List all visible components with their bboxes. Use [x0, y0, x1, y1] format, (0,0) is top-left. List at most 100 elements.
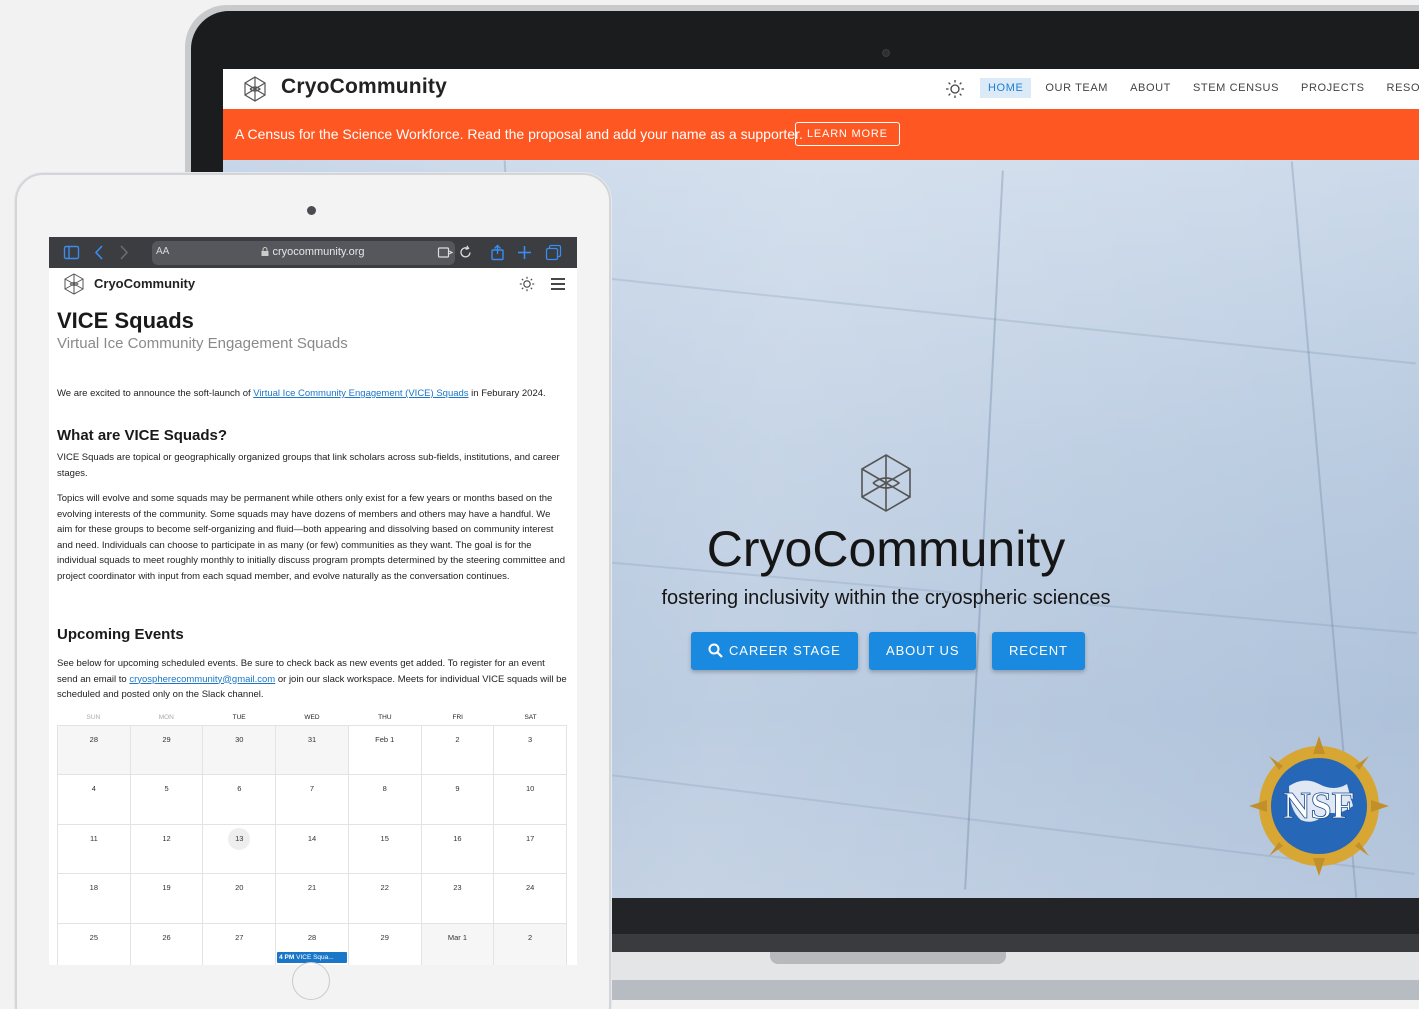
calendar-day-number: 24 [525, 883, 535, 893]
calendar-day-cell[interactable]: 29 [349, 923, 422, 965]
calendar-day-cell[interactable]: 31 [276, 726, 349, 776]
calendar-weekday-header: SUN MON TUE WED THU FRI SAT [57, 712, 567, 725]
reload-icon[interactable] [457, 244, 474, 261]
learn-more-button[interactable]: LEARN MORE [795, 122, 900, 146]
calendar-day-cell[interactable]: Feb 1 [348, 726, 422, 776]
events-paragraph: See below for upcoming scheduled events.… [57, 656, 567, 703]
calendar-day-cell[interactable]: 27 [203, 923, 277, 965]
career-stage-button[interactable]: CAREER STAGE [691, 632, 858, 670]
weekday-label: SAT [524, 714, 537, 721]
event-time: 4 PM [279, 953, 295, 961]
calendar-day-number: 22 [380, 883, 389, 893]
calendar-day-number: 21 [307, 883, 317, 893]
calendar-day-cell[interactable]: 25 [58, 923, 131, 965]
calendar-day-number: 28 [89, 735, 99, 744]
calendar-day-cell[interactable]: 5 [130, 775, 204, 825]
calendar-day-cell[interactable]: 8 [348, 775, 422, 825]
calendar-day-cell[interactable]: 20 [203, 874, 277, 924]
plus-icon[interactable] [516, 244, 533, 261]
nav-projects[interactable]: PROJECTS [1293, 78, 1372, 98]
calendar-day-cell[interactable]: 24 [494, 874, 567, 924]
calendar-day-cell[interactable]: 15 [348, 824, 422, 875]
calendar-day-number: 19 [162, 883, 171, 893]
nav-stem-census[interactable]: STEM CENSUS [1185, 78, 1287, 98]
calendar-day-cell[interactable]: 28 4 PM VICE Squa... [276, 923, 349, 965]
intro-paragraph: We are excited to announce the soft-laun… [57, 386, 567, 402]
site-brand[interactable]: CryoCommunity [281, 75, 447, 99]
calendar-day-number: 2 [528, 932, 533, 942]
laptop-camera [882, 49, 890, 57]
about-us-button[interactable]: ABOUT US [869, 632, 977, 670]
calendar-day-cell[interactable]: 7 [276, 775, 349, 825]
calendar-day-cell[interactable]: 16 [421, 824, 495, 875]
calendar-day-number: 20 [235, 883, 244, 893]
calendar-day-cell[interactable]: 2 [494, 923, 567, 965]
tablet-home-button[interactable] [292, 962, 330, 1000]
weekday-label: WED [304, 714, 320, 721]
calendar-event[interactable]: 4 PM VICE Squa... [277, 951, 347, 963]
tabs-icon[interactable] [545, 244, 562, 261]
calendar-day-number: 23 [453, 883, 462, 893]
calendar-day-cell[interactable]: 11 [58, 824, 131, 875]
browser-toolbar: AA cryocommunity.org [49, 237, 577, 268]
calendar-day-number: 11 [89, 833, 98, 843]
sun-icon[interactable] [519, 276, 535, 292]
laptop-notch [770, 952, 1006, 964]
laptop-deck [600, 952, 1419, 980]
cryo-logo-icon[interactable] [63, 273, 85, 295]
calendar-day-cell[interactable]: 23 [421, 874, 495, 924]
calendar-day-cell[interactable]: 22 [348, 874, 422, 924]
calendar-day-cell[interactable]: 14 [276, 824, 349, 875]
site-brand[interactable]: CryoCommunity [94, 276, 195, 291]
laptop-chin [600, 898, 1419, 934]
calendar-day-cell[interactable]: 29 [130, 726, 204, 776]
calendar-day-number: 25 [89, 932, 99, 942]
calendar-day-cell[interactable]: 12 [130, 824, 204, 875]
calendar-day-cell[interactable]: 2 [421, 726, 495, 776]
calendar-day-cell[interactable]: 3 [494, 726, 567, 776]
vice-squads-link[interactable]: Virtual Ice Community Engagement (VICE) … [253, 388, 468, 399]
email-link[interactable]: cryospherecommunity@gmail.com [129, 674, 275, 685]
calendar-day-number: 18 [89, 883, 99, 893]
nav-home[interactable]: HOME [980, 78, 1032, 98]
calendar-day-cell[interactable]: 17 [494, 824, 567, 875]
calendar-day-number: 28 [307, 932, 317, 942]
calendar-day-cell[interactable]: 28 [58, 726, 131, 776]
calendar-day-cell[interactable]: 9 [421, 775, 495, 825]
calendar-day-cell[interactable]: 13 [203, 824, 277, 875]
page-subtitle: Virtual Ice Community Engagement Squads [57, 335, 348, 352]
section-title-events: Upcoming Events [57, 626, 184, 643]
calendar-day-cell[interactable]: 26 [131, 923, 204, 965]
sun-icon[interactable] [945, 79, 965, 99]
recent-button[interactable]: RECENT [992, 632, 1085, 670]
main-nav: HOME OUR TEAM ABOUT STEM CENSUS PROJECTS… [980, 78, 1419, 98]
calendar-grid: 28 29 30 31 Feb 1 2 3 4 5 6 7 8 9 10 11 12 13 14 15 16 17 18 1… [57, 725, 567, 965]
calendar-day-number: 7 [309, 784, 315, 794]
url-label: cryocommunity.org [272, 246, 365, 258]
calendar-day-cell[interactable]: Mar 1 [421, 923, 495, 965]
calendar-day-cell[interactable]: 30 [203, 726, 277, 776]
nav-about[interactable]: ABOUT [1122, 78, 1179, 98]
calendar-day-cell[interactable]: 10 [494, 775, 567, 825]
calendar-day-number: 29 [380, 932, 389, 942]
calendar-day-cell[interactable]: 19 [130, 874, 204, 924]
calendar-day-cell[interactable]: 18 [58, 874, 131, 924]
calendar-day-number: 27 [235, 932, 244, 942]
menu-icon[interactable] [551, 277, 565, 291]
nav-resources[interactable]: RESOU [1379, 78, 1419, 98]
event-title: VICE Squa... [296, 953, 334, 961]
search-icon [708, 643, 723, 658]
calendar-day-number: 3 [528, 735, 533, 744]
reader-icon[interactable] [437, 244, 454, 261]
laptop-foot [600, 980, 1419, 1000]
calendar-day-cell[interactable]: 21 [276, 874, 349, 924]
calendar-day-number: Mar 1 [447, 932, 467, 942]
cryo-logo-icon[interactable] [241, 75, 269, 103]
events-calendar: SUN MON TUE WED THU FRI SAT 28 29 30 31 Feb … [57, 712, 567, 965]
share-icon[interactable] [489, 244, 506, 261]
laptop-hinge [600, 934, 1419, 952]
weekday-label: MON [158, 714, 174, 721]
calendar-day-cell[interactable]: 4 [58, 775, 131, 825]
calendar-day-cell[interactable]: 6 [203, 775, 277, 825]
nav-our-team[interactable]: OUR TEAM [1037, 78, 1116, 98]
